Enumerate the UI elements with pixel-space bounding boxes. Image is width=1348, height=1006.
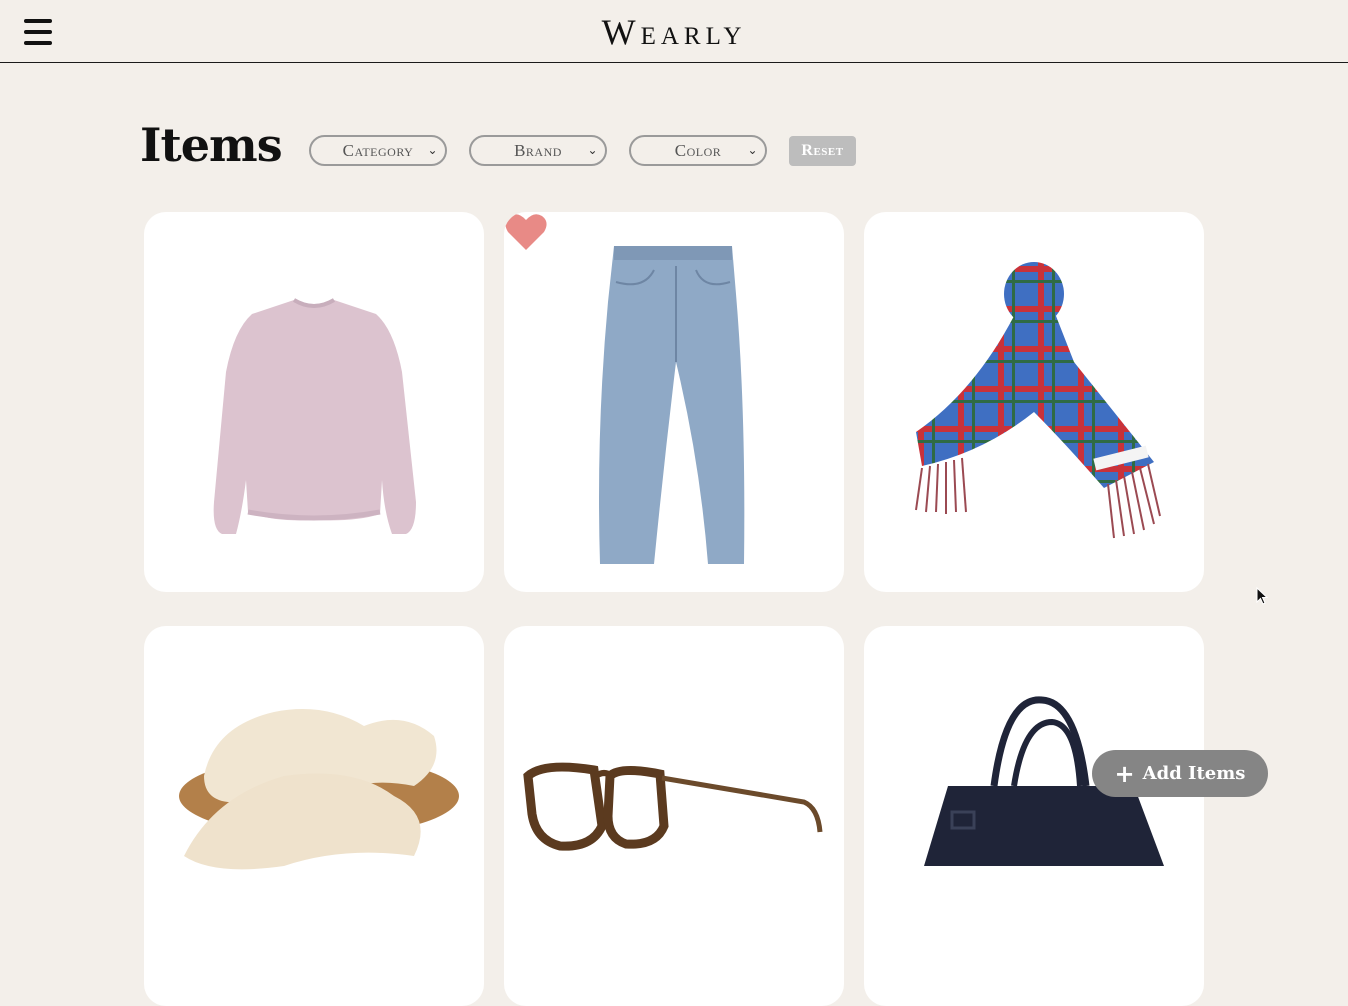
color-filter-select[interactable]: Color ⌄ (629, 135, 767, 166)
favorite-heart-icon[interactable] (504, 212, 548, 252)
item-card-jeans[interactable] (504, 212, 844, 592)
mouse-pointer-icon (1256, 587, 1268, 605)
chevron-down-icon: ⌄ (427, 143, 438, 157)
item-card-sandals[interactable] (144, 626, 484, 1006)
top-navigation-bar: Wearly (0, 0, 1348, 63)
glasses-image (523, 762, 823, 851)
brand-filter-label: Brand (514, 141, 562, 160)
scarf-image (915, 262, 1161, 539)
brand-logo[interactable]: Wearly (0, 12, 1348, 52)
add-items-button[interactable]: + Add Items (1092, 750, 1268, 797)
jeans-image (599, 246, 745, 564)
category-filter-select[interactable]: Category ⌄ (309, 135, 447, 166)
item-card-tote-bag[interactable] (864, 626, 1204, 1006)
reset-filters-button[interactable]: Reset (789, 136, 856, 166)
item-card-sweatshirt[interactable] (144, 212, 484, 592)
brand-filter-select[interactable]: Brand ⌄ (469, 135, 607, 166)
sweatshirt-image (213, 298, 416, 534)
category-filter-label: Category (342, 141, 414, 160)
item-card-scarf[interactable] (864, 212, 1204, 592)
chevron-down-icon: ⌄ (747, 143, 758, 157)
plus-icon: + (1114, 759, 1135, 788)
color-filter-label: Color (674, 141, 722, 160)
chevron-down-icon: ⌄ (587, 143, 598, 157)
page-title: Items (140, 118, 283, 172)
add-items-label: Add Items (1142, 763, 1246, 784)
sandals-image (179, 709, 459, 870)
tote-bag-image (924, 696, 1164, 866)
item-card-glasses[interactable] (504, 626, 844, 1006)
